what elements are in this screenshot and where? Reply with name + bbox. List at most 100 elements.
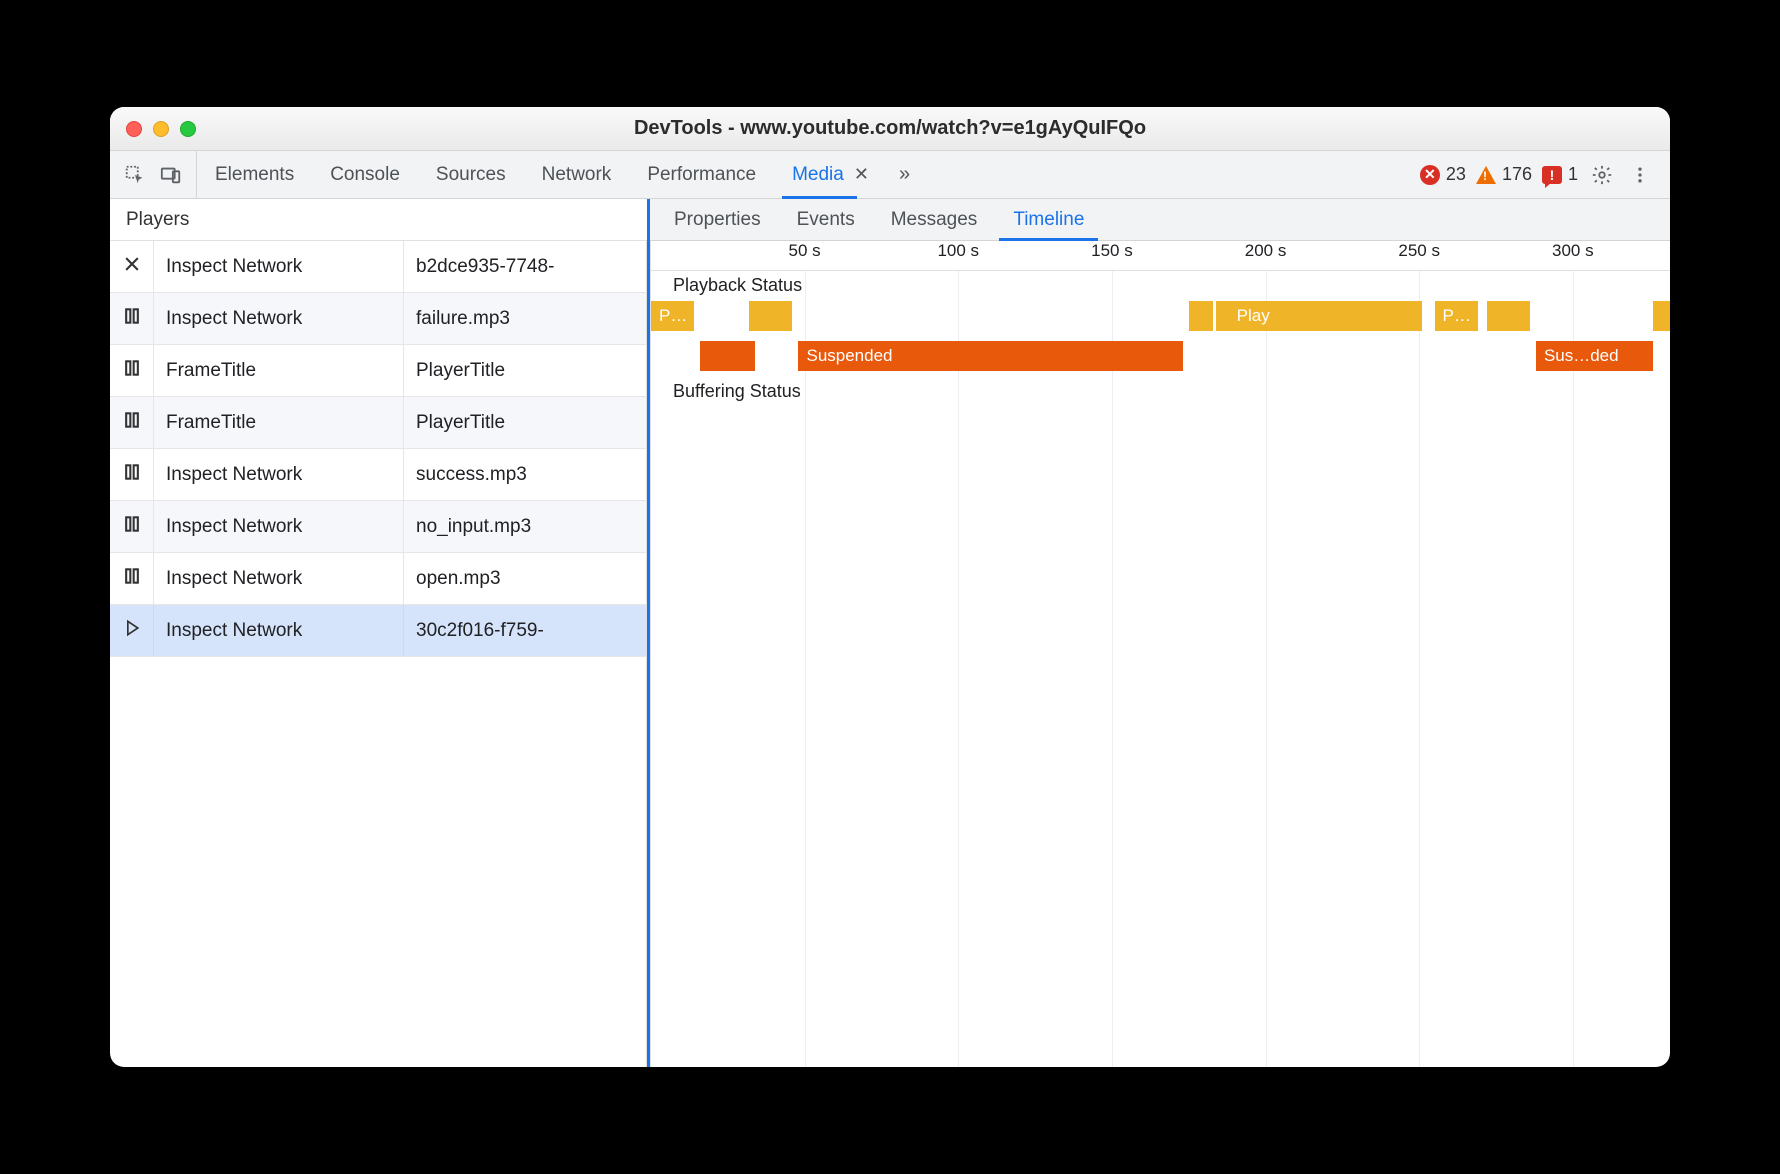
suspended-segment[interactable]: Sus…ded bbox=[1536, 341, 1653, 371]
panel-tab-media[interactable]: Media ✕ bbox=[774, 151, 887, 198]
suspended-segment[interactable] bbox=[700, 341, 755, 371]
subtab-properties[interactable]: Properties bbox=[656, 199, 779, 240]
ruler-tick: 300 s bbox=[1552, 241, 1594, 270]
player-row-frame: Inspect Network bbox=[154, 553, 404, 604]
columns-icon bbox=[110, 501, 154, 552]
player-row-frame: FrameTitle bbox=[154, 345, 404, 396]
player-row-frame: Inspect Network bbox=[154, 449, 404, 500]
tab-label: Performance bbox=[647, 164, 756, 186]
player-row-player: open.mp3 bbox=[404, 553, 646, 604]
players-sidebar: Players Inspect Networkb2dce935-7748-Ins… bbox=[110, 199, 650, 1067]
close-window-button[interactable] bbox=[126, 121, 142, 137]
suspended-track: Suspended Sus…ded bbox=[651, 341, 1670, 371]
player-row[interactable]: Inspect Networkno_input.mp3 bbox=[110, 501, 646, 553]
playback-track: P… Play P… bbox=[651, 301, 1670, 331]
timeline-grid bbox=[651, 271, 1670, 1067]
player-row[interactable]: FrameTitlePlayerTitle bbox=[110, 397, 646, 449]
tab-label: Console bbox=[330, 164, 400, 186]
panel-tab-performance[interactable]: Performance bbox=[629, 151, 774, 198]
close-tab-icon[interactable]: ✕ bbox=[854, 164, 869, 185]
window-title: DevTools - www.youtube.com/watch?v=e1gAy… bbox=[126, 117, 1654, 140]
more-options-icon[interactable] bbox=[1626, 165, 1654, 185]
error-count-badge[interactable]: ✕ 23 bbox=[1420, 164, 1466, 185]
tab-label: Elements bbox=[215, 164, 294, 186]
player-row-player: PlayerTitle bbox=[404, 345, 646, 396]
issue-count: 1 bbox=[1568, 164, 1578, 185]
player-row-player: failure.mp3 bbox=[404, 293, 646, 344]
player-row-frame: FrameTitle bbox=[154, 397, 404, 448]
player-row-player: PlayerTitle bbox=[404, 397, 646, 448]
playback-segment[interactable] bbox=[1653, 301, 1670, 331]
playback-segment[interactable] bbox=[1189, 301, 1214, 331]
subtab-timeline[interactable]: Timeline bbox=[995, 199, 1102, 240]
warning-count-badge[interactable]: ! 176 bbox=[1476, 164, 1532, 185]
grid-line bbox=[958, 271, 959, 1067]
toolbar-right-group: ✕ 23 ! 176 ! 1 bbox=[1420, 151, 1662, 198]
error-count: 23 bbox=[1446, 164, 1466, 185]
player-row-player: no_input.mp3 bbox=[404, 501, 646, 552]
player-row-frame: Inspect Network bbox=[154, 605, 404, 656]
grid-line bbox=[1419, 271, 1420, 1067]
subtab-events[interactable]: Events bbox=[779, 199, 873, 240]
timeline-area[interactable]: 50 s100 s150 s200 s250 s300 s Playback S… bbox=[650, 241, 1670, 1067]
panel-tab-console[interactable]: Console bbox=[312, 151, 418, 198]
columns-icon bbox=[110, 449, 154, 500]
device-toolbar-icon[interactable] bbox=[160, 164, 182, 186]
close-icon bbox=[110, 241, 154, 292]
player-row[interactable]: Inspect Networkopen.mp3 bbox=[110, 553, 646, 605]
playback-segment[interactable]: P… bbox=[651, 301, 694, 331]
grid-line bbox=[805, 271, 806, 1067]
players-list: Inspect Networkb2dce935-7748-Inspect Net… bbox=[110, 241, 647, 1067]
player-row[interactable]: FrameTitlePlayerTitle bbox=[110, 345, 646, 397]
player-row-player: success.mp3 bbox=[404, 449, 646, 500]
players-header: Players bbox=[110, 199, 647, 241]
settings-icon[interactable] bbox=[1588, 164, 1616, 186]
main-content: Players Inspect Networkb2dce935-7748-Ins… bbox=[110, 199, 1670, 1067]
tab-label: Media bbox=[792, 164, 844, 186]
panel-tab-network[interactable]: Network bbox=[524, 151, 630, 198]
ruler-tick: 200 s bbox=[1245, 241, 1287, 270]
subtab-messages[interactable]: Messages bbox=[873, 199, 996, 240]
playback-segment[interactable]: P… bbox=[1435, 301, 1478, 331]
tab-label: Sources bbox=[436, 164, 506, 186]
grid-line bbox=[1573, 271, 1574, 1067]
panel-tab-elements[interactable]: Elements bbox=[197, 151, 312, 198]
player-row[interactable]: Inspect Networksuccess.mp3 bbox=[110, 449, 646, 501]
suspended-segment[interactable]: Suspended bbox=[798, 341, 1182, 371]
ruler-tick: 250 s bbox=[1398, 241, 1440, 270]
playback-segment[interactable]: Play bbox=[1229, 301, 1423, 331]
player-row-frame: Inspect Network bbox=[154, 241, 404, 292]
columns-icon bbox=[110, 397, 154, 448]
player-row[interactable]: Inspect Networkfailure.mp3 bbox=[110, 293, 646, 345]
player-row[interactable]: Inspect Networkb2dce935-7748- bbox=[110, 241, 646, 293]
buffering-status-label: Buffering Status bbox=[673, 381, 801, 402]
ruler-tick: 100 s bbox=[937, 241, 979, 270]
ruler-tick: 150 s bbox=[1091, 241, 1133, 270]
warning-count: 176 bbox=[1502, 164, 1532, 185]
tab-label: Network bbox=[542, 164, 612, 186]
player-row[interactable]: Inspect Network30c2f016-f759- bbox=[110, 605, 646, 657]
detail-panel: PropertiesEventsMessagesTimeline 50 s100… bbox=[650, 199, 1670, 1067]
grid-line bbox=[1112, 271, 1113, 1067]
player-row-frame: Inspect Network bbox=[154, 501, 404, 552]
subtabs: PropertiesEventsMessagesTimeline bbox=[650, 199, 1670, 241]
devtools-window: DevTools - www.youtube.com/watch?v=e1gAy… bbox=[110, 107, 1670, 1067]
playback-segment[interactable] bbox=[749, 301, 792, 331]
main-toolbar: Elements Console Sources Network Performance… bbox=[110, 151, 1670, 199]
play-icon bbox=[110, 605, 154, 656]
timeline-ruler: 50 s100 s150 s200 s250 s300 s bbox=[651, 241, 1670, 271]
playback-segment[interactable] bbox=[1487, 301, 1530, 331]
columns-icon bbox=[110, 293, 154, 344]
issue-count-badge[interactable]: ! 1 bbox=[1542, 164, 1578, 185]
window-controls bbox=[126, 121, 196, 137]
maximize-window-button[interactable] bbox=[180, 121, 196, 137]
grid-line bbox=[1266, 271, 1267, 1067]
inspect-element-icon[interactable] bbox=[124, 164, 146, 186]
columns-icon bbox=[110, 553, 154, 604]
toolbar-left-group bbox=[110, 151, 197, 198]
player-row-player: 30c2f016-f759- bbox=[404, 605, 646, 656]
minimize-window-button[interactable] bbox=[153, 121, 169, 137]
panel-tab-sources[interactable]: Sources bbox=[418, 151, 524, 198]
player-row-frame: Inspect Network bbox=[154, 293, 404, 344]
tabs-overflow-icon[interactable]: » bbox=[887, 151, 922, 198]
